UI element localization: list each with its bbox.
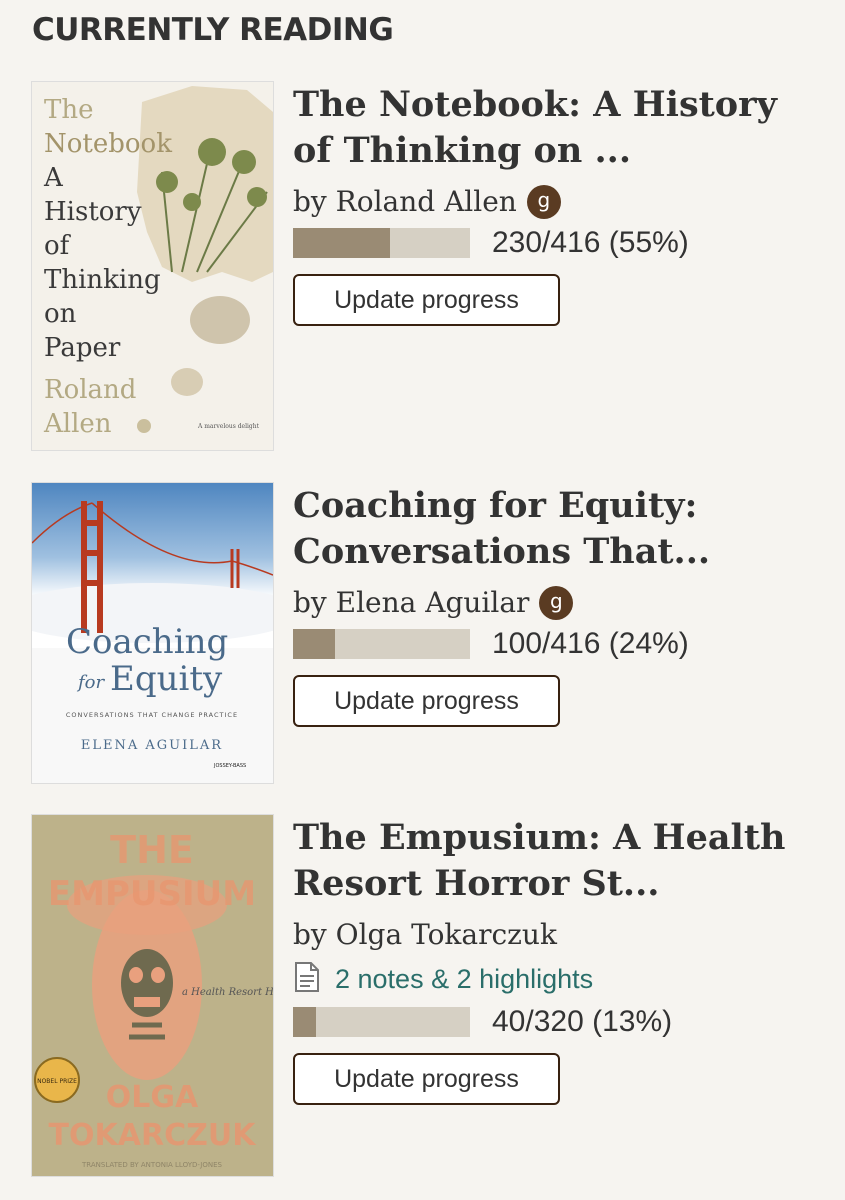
goodreads-author-badge-icon: g <box>541 588 572 618</box>
cover-text: Allen <box>43 409 112 439</box>
cover-text: Paper <box>44 333 121 363</box>
cover-text: on <box>44 299 77 329</box>
cover-author: ELENA AGUILAR <box>81 738 223 753</box>
cover-blurb: A marvelous delight <box>197 423 260 430</box>
book-cover[interactable]: The Notebook A History of Thinking on Pa… <box>32 82 273 450</box>
cover-subtitle: CONVERSATIONS THAT CHANGE PRACTICE <box>66 711 238 719</box>
progress-bar-fill <box>293 228 391 258</box>
cover-badge: NOBEL PRIZE <box>37 1078 77 1085</box>
cover-text: Roland <box>44 375 136 405</box>
reading-progress: 230/416 (55%) <box>293 222 823 264</box>
notes-highlights[interactable]: 2 notes & 2 highlights <box>293 957 823 1001</box>
update-progress-button[interactable]: Update progress <box>293 675 560 727</box>
book-title[interactable]: The Notebook: A History of Thinking on .… <box>293 82 823 174</box>
book-cover[interactable]: Coaching for Equity CONVERSATIONS THAT C… <box>32 483 273 783</box>
reading-progress: 40/320 (13%) <box>293 1001 823 1043</box>
cover-author: TOKARCZUK <box>49 1118 258 1153</box>
update-progress-button[interactable]: Update progress <box>293 274 560 326</box>
cover-text: of <box>44 231 72 261</box>
cover-text: History <box>44 197 142 227</box>
progress-bar-fill <box>293 629 336 659</box>
cover-text: A <box>43 163 64 193</box>
cover-author: OLGA <box>106 1080 199 1115</box>
book-title[interactable]: The Empusium: A Health Resort Horror St.… <box>293 815 823 907</box>
author-name[interactable]: by Elena Aguilar <box>293 583 529 623</box>
section-title: CURRENTLY READING <box>32 12 394 48</box>
author-name[interactable]: by Olga Tokarczuk <box>293 915 557 955</box>
notes-highlights-link[interactable]: 2 notes & 2 highlights <box>335 964 593 995</box>
cover-title: Equity <box>110 659 223 699</box>
goodreads-author-badge-icon: g <box>528 187 559 217</box>
book-author[interactable]: by Elena Aguilar g <box>293 583 823 623</box>
cover-title: for <box>76 672 105 693</box>
cover-title: EMPUSIUM <box>48 874 256 914</box>
cover-text: Thinking <box>44 265 161 295</box>
book-author[interactable]: by Olga Tokarczuk <box>293 915 823 955</box>
book-author[interactable]: by Roland Allen g <box>293 182 823 222</box>
progress-bar <box>293 629 470 659</box>
progress-text: 100/416 (24%) <box>492 627 689 660</box>
update-progress-button[interactable]: Update progress <box>293 1053 560 1105</box>
cover-translator: TRANSLATED BY ANTONIA LLOYD-JONES <box>81 1161 222 1169</box>
cover-text: The <box>44 95 93 125</box>
reading-progress: 100/416 (24%) <box>293 623 823 665</box>
cover-title: THE <box>110 828 194 872</box>
progress-text: 230/416 (55%) <box>492 226 689 259</box>
author-name[interactable]: by Roland Allen <box>293 182 517 222</box>
cover-text: Notebook <box>44 129 172 159</box>
cover-tagline: a Health Resort Horror Story <box>182 987 273 998</box>
progress-bar <box>293 1007 470 1037</box>
progress-bar-fill <box>293 1007 316 1037</box>
cover-publisher: JOSSEY-BASS <box>213 763 246 769</box>
progress-bar <box>293 228 470 258</box>
progress-text: 40/320 (13%) <box>492 1005 673 1038</box>
document-icon <box>293 961 321 998</box>
book-cover[interactable]: THE EMPUSIUM a Health Resort Horror Stor… <box>32 815 273 1176</box>
cover-title: Coaching <box>66 622 228 662</box>
book-title[interactable]: Coaching for Equity: Conversations That.… <box>293 483 823 575</box>
